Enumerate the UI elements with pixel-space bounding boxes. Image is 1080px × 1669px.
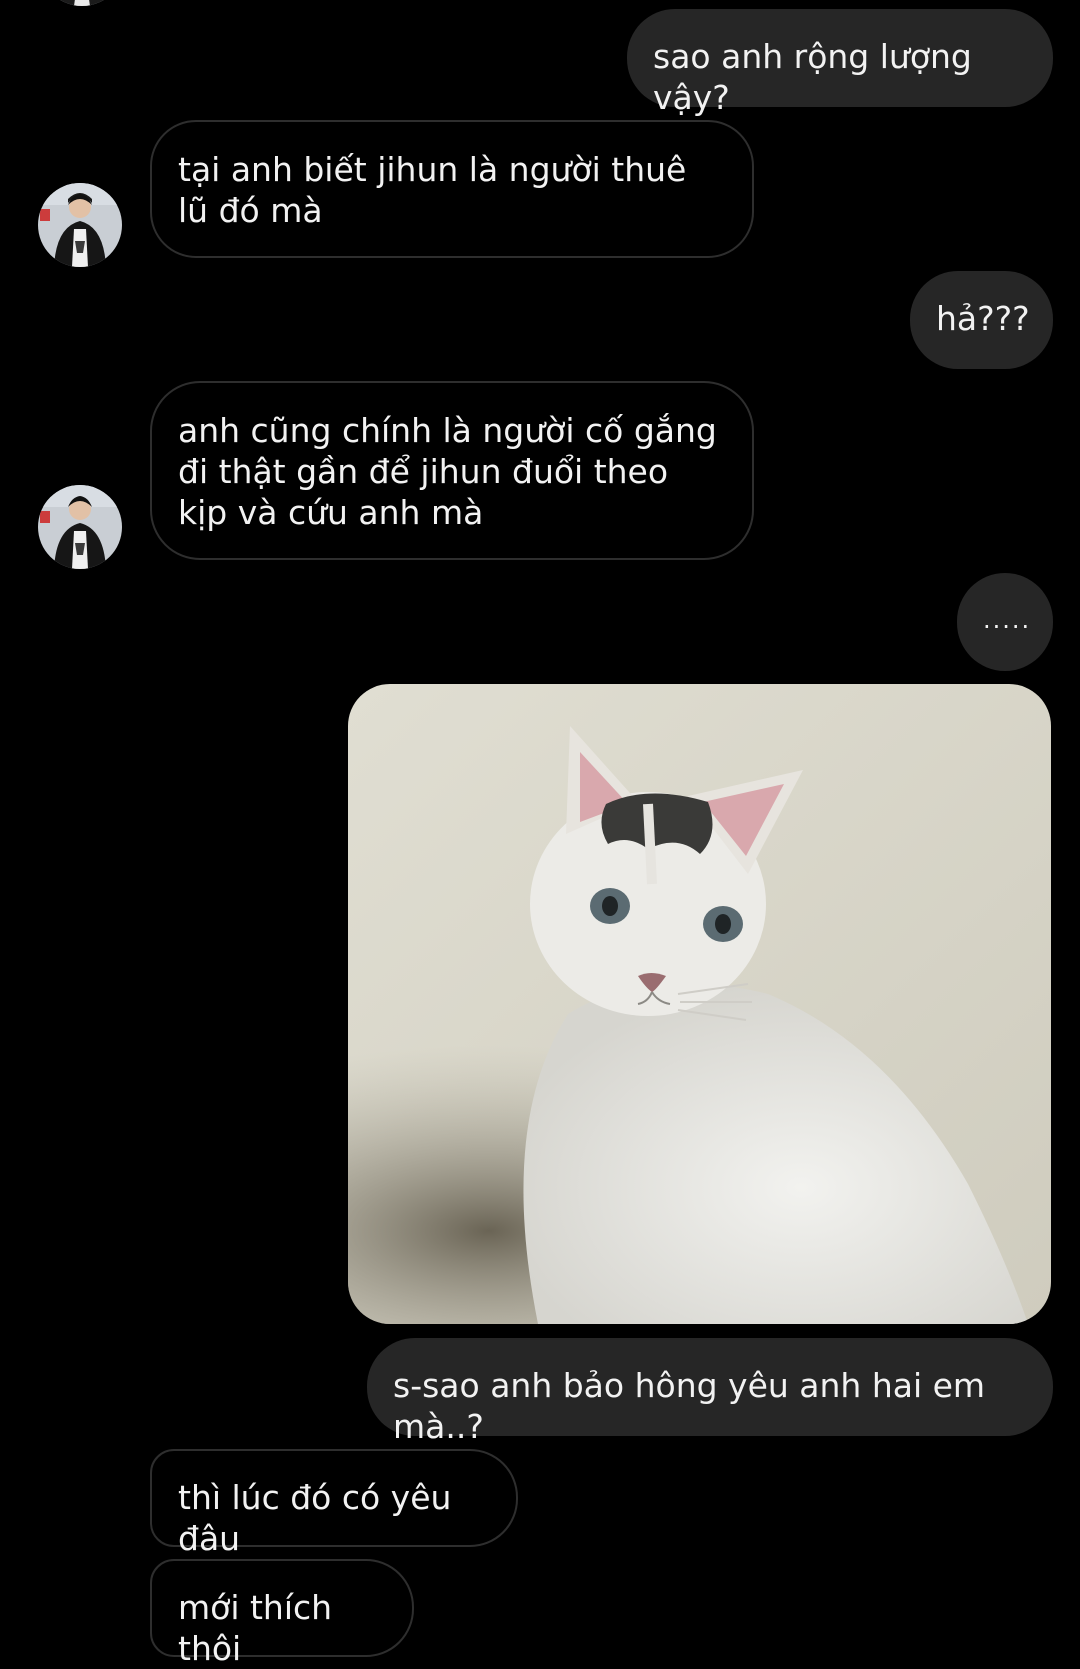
avatar-photo	[38, 183, 122, 267]
sent-message[interactable]: hả???	[910, 271, 1053, 369]
received-message[interactable]: thì lúc đó có yêu đâu	[150, 1449, 518, 1558]
contact-avatar[interactable]	[38, 485, 122, 569]
cat-photo-image	[348, 684, 1051, 1324]
sent-message[interactable]: .....	[957, 573, 1053, 671]
contact-avatar[interactable]	[40, 0, 124, 6]
received-message[interactable]: tại anh biết jihun là người thuê lũ đó m…	[150, 120, 754, 258]
sent-message[interactable]: s-sao anh bảo hông yêu anh hai em mà..?	[367, 1338, 1053, 1446]
image-message[interactable]	[348, 684, 1051, 1324]
sent-message[interactable]: sao anh rộng lượng vậy?	[627, 9, 1053, 117]
chat-screen: { "conversation": { "messages": [ {"from…	[0, 0, 1080, 1668]
avatar-photo	[38, 485, 122, 569]
received-message[interactable]: anh cũng chính là người cố gắng đi thật …	[150, 381, 754, 560]
contact-avatar[interactable]	[38, 183, 122, 267]
received-message[interactable]: mới thích thôi	[150, 1559, 414, 1668]
